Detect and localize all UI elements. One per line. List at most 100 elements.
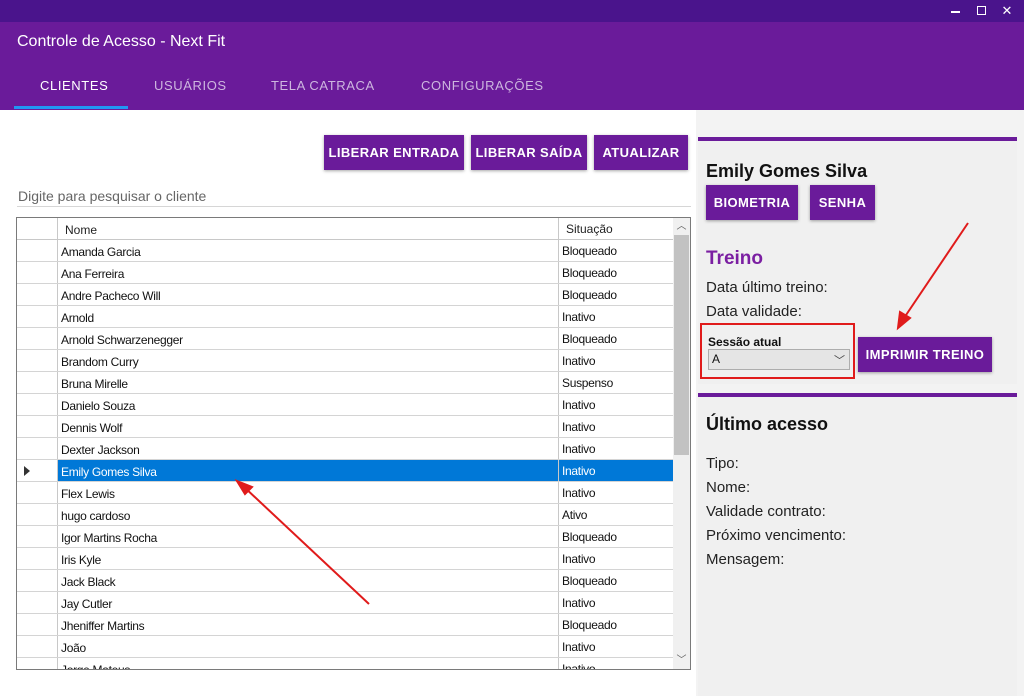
client-search-input[interactable] bbox=[17, 185, 691, 207]
cell-situacao[interactable]: Inativo bbox=[558, 658, 673, 669]
atualizar-button[interactable]: ATUALIZAR bbox=[594, 135, 688, 170]
scroll-thumb[interactable] bbox=[674, 235, 689, 455]
cell-nome[interactable]: Emily Gomes Silva bbox=[61, 465, 157, 479]
cell-situacao[interactable]: Inativo bbox=[558, 350, 673, 371]
cell-nome[interactable]: Arnold bbox=[61, 311, 94, 325]
cell-nome[interactable]: Arnold Schwarzenegger bbox=[61, 333, 183, 347]
biometria-button[interactable]: BIOMETRIA bbox=[706, 185, 798, 220]
cell-situacao[interactable]: Bloqueado bbox=[558, 570, 673, 591]
cell-nome[interactable]: Dexter Jackson bbox=[61, 443, 140, 457]
cell-nome[interactable]: Brandom Curry bbox=[61, 355, 139, 369]
row-header-cell[interactable] bbox=[17, 526, 58, 547]
cell-situacao[interactable]: Bloqueado bbox=[558, 526, 673, 547]
row-header-cell[interactable] bbox=[17, 592, 58, 613]
cell-situacao[interactable]: Inativo bbox=[558, 394, 673, 415]
row-header-cell[interactable] bbox=[17, 636, 58, 657]
cell-situacao[interactable]: Suspenso bbox=[558, 372, 673, 393]
cell-situacao[interactable]: Inativo bbox=[558, 548, 673, 569]
table-row[interactable]: Ana Ferreira Bloqueado bbox=[17, 262, 673, 284]
imprimir-treino-button[interactable]: IMPRIMIR TREINO bbox=[858, 337, 992, 372]
row-header-cell[interactable] bbox=[17, 350, 58, 371]
table-row[interactable]: Igor Martins Rocha Bloqueado bbox=[17, 526, 673, 548]
table-row[interactable]: Emily Gomes Silva Inativo bbox=[17, 460, 673, 482]
cell-situacao[interactable]: Ativo bbox=[558, 504, 673, 525]
table-row[interactable]: Amanda Garcia Bloqueado bbox=[17, 240, 673, 262]
cell-situacao[interactable]: Inativo bbox=[558, 460, 673, 481]
table-row[interactable]: Jay Cutler Inativo bbox=[17, 592, 673, 614]
column-header-situacao[interactable]: Situação bbox=[558, 218, 613, 240]
senha-button[interactable]: SENHA bbox=[810, 185, 875, 220]
cell-situacao[interactable]: Inativo bbox=[558, 306, 673, 327]
row-header-cell[interactable] bbox=[17, 504, 58, 525]
cell-situacao[interactable]: Bloqueado bbox=[558, 614, 673, 635]
column-header-nome[interactable]: Nome bbox=[65, 223, 97, 237]
row-header-cell[interactable] bbox=[17, 372, 58, 393]
row-header-cell[interactable] bbox=[17, 328, 58, 349]
table-row[interactable]: hugo cardoso Ativo bbox=[17, 504, 673, 526]
table-row[interactable]: João Inativo bbox=[17, 636, 673, 658]
cell-nome[interactable]: Igor Martins Rocha bbox=[61, 531, 157, 545]
row-header-cell[interactable] bbox=[17, 658, 58, 669]
table-row[interactable]: Jack Black Bloqueado bbox=[17, 570, 673, 592]
cell-nome[interactable]: Jay Cutler bbox=[61, 597, 112, 611]
cell-nome[interactable]: Danielo Souza bbox=[61, 399, 135, 413]
tab-tela-catraca[interactable]: TELA CATRACA bbox=[271, 78, 375, 93]
tab-configuracoes[interactable]: CONFIGURAÇÕES bbox=[421, 78, 544, 93]
row-header-cell[interactable] bbox=[17, 394, 58, 415]
cell-nome[interactable]: Flex Lewis bbox=[61, 487, 115, 501]
table-row[interactable]: Danielo Souza Inativo bbox=[17, 394, 673, 416]
cell-situacao[interactable]: Bloqueado bbox=[558, 284, 673, 305]
table-row[interactable]: Dexter Jackson Inativo bbox=[17, 438, 673, 460]
cell-nome[interactable]: Jheniffer Martins bbox=[61, 619, 145, 633]
scroll-up-icon[interactable]: ︿ bbox=[673, 218, 690, 235]
tab-usuarios[interactable]: USUÁRIOS bbox=[154, 78, 227, 93]
cell-situacao[interactable]: Inativo bbox=[558, 482, 673, 503]
cell-nome[interactable]: Dennis Wolf bbox=[61, 421, 122, 435]
row-header-cell[interactable] bbox=[17, 438, 58, 459]
liberar-saida-button[interactable]: LIBERAR SAÍDA bbox=[471, 135, 587, 170]
maximize-icon[interactable] bbox=[970, 2, 992, 20]
table-row[interactable]: Andre Pacheco Will Bloqueado bbox=[17, 284, 673, 306]
scroll-down-icon[interactable]: ﹀ bbox=[673, 652, 690, 669]
grid-scrollbar[interactable]: ︿ ﹀ bbox=[673, 218, 690, 669]
cell-nome[interactable]: João bbox=[61, 641, 86, 655]
tab-clientes[interactable]: CLIENTES bbox=[40, 78, 108, 93]
table-row[interactable]: Dennis Wolf Inativo bbox=[17, 416, 673, 438]
cell-situacao[interactable]: Bloqueado bbox=[558, 328, 673, 349]
row-header-cell[interactable] bbox=[17, 460, 58, 481]
liberar-entrada-button[interactable]: LIBERAR ENTRADA bbox=[324, 135, 464, 170]
table-row[interactable]: Brandom Curry Inativo bbox=[17, 350, 673, 372]
table-row[interactable]: Iris Kyle Inativo bbox=[17, 548, 673, 570]
row-header-cell[interactable] bbox=[17, 262, 58, 283]
cell-situacao[interactable]: Inativo bbox=[558, 592, 673, 613]
cell-nome[interactable]: Ana Ferreira bbox=[61, 267, 124, 281]
cell-nome[interactable]: Jorge Mateus bbox=[61, 663, 130, 669]
table-row[interactable]: Arnold Inativo bbox=[17, 306, 673, 328]
minimize-icon[interactable] bbox=[944, 2, 966, 20]
close-icon[interactable]: ✕ bbox=[996, 2, 1018, 20]
row-header-cell[interactable] bbox=[17, 416, 58, 437]
row-header-cell[interactable] bbox=[17, 570, 58, 591]
row-header-cell[interactable] bbox=[17, 284, 58, 305]
row-header-cell[interactable] bbox=[17, 614, 58, 635]
row-header-cell[interactable] bbox=[17, 482, 58, 503]
cell-situacao[interactable]: Inativo bbox=[558, 416, 673, 437]
table-row[interactable]: Arnold Schwarzenegger Bloqueado bbox=[17, 328, 673, 350]
sessao-atual-select[interactable]: A ﹀ bbox=[708, 349, 850, 370]
cell-situacao[interactable]: Inativo bbox=[558, 636, 673, 657]
table-row[interactable]: Jorge Mateus Inativo bbox=[17, 658, 673, 669]
cell-nome[interactable]: hugo cardoso bbox=[61, 509, 130, 523]
cell-nome[interactable]: Bruna Mirelle bbox=[61, 377, 128, 391]
cell-nome[interactable]: Amanda Garcia bbox=[61, 245, 141, 259]
cell-nome[interactable]: Jack Black bbox=[61, 575, 116, 589]
row-header-cell[interactable] bbox=[17, 306, 58, 327]
cell-nome[interactable]: Andre Pacheco Will bbox=[61, 289, 161, 303]
cell-situacao[interactable]: Bloqueado bbox=[558, 240, 673, 261]
row-header-cell[interactable] bbox=[17, 548, 58, 569]
cell-situacao[interactable]: Bloqueado bbox=[558, 262, 673, 283]
cell-nome[interactable]: Iris Kyle bbox=[61, 553, 101, 567]
table-row[interactable]: Bruna Mirelle Suspenso bbox=[17, 372, 673, 394]
row-header-cell[interactable] bbox=[17, 240, 58, 261]
table-row[interactable]: Jheniffer Martins Bloqueado bbox=[17, 614, 673, 636]
table-row[interactable]: Flex Lewis Inativo bbox=[17, 482, 673, 504]
